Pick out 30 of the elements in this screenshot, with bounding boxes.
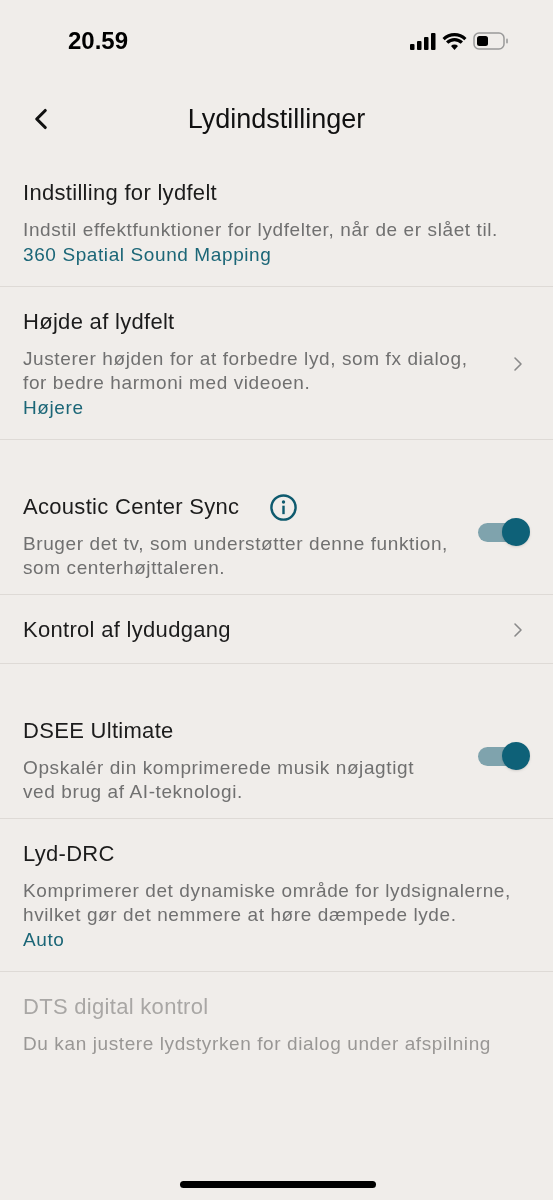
setting-title: Højde af lydfelt [23, 308, 175, 336]
setting-title: Kontrol af lydudgang [23, 616, 231, 644]
battery-icon [473, 32, 509, 50]
toggle-switch[interactable] [478, 742, 530, 770]
info-icon[interactable] [269, 492, 299, 522]
signal-icon [410, 32, 436, 50]
setting-title: Indstilling for lydfelt [23, 179, 217, 207]
toggle-switch[interactable] [478, 518, 530, 546]
setting-description: Komprimerer det dynamiske område for lydsignalerne, hvilket gør det nemmere at høre dæmpede lyde. [23, 879, 512, 927]
status-time: 20.59 [68, 26, 129, 56]
setting-row[interactable]: DSEE Ultimate Opskalér din komprimerede musik nøjagtigt ved brug af AI-teknologi. [0, 664, 553, 819]
setting-description: Opskalér din komprimerede musik nøjagtigt ved brug af AI-teknologi. [23, 756, 416, 804]
setting-row[interactable]: Indstilling for lydfelt Indstil effektfunktioner for lydfelter, når de er slået til. 360 Spatial Sound Mapping [0, 158, 553, 287]
page-title: Lydindstillinger [187, 102, 366, 136]
setting-value: 360 Spatial Sound Mapping [23, 243, 273, 267]
setting-title: DTS digital kontrol [23, 993, 209, 1021]
setting-description: Indstil effektfunktioner for lydfelter, når de er slået til. [23, 218, 499, 242]
setting-description: Justerer højden for at forbedre lyd, som fx dialog, for bedre harmoni med videoen. [23, 347, 469, 395]
setting-row[interactable]: Acoustic Center Sync Bruger det tv, som understøtter denne funktion, som centerhøjttaleren. [0, 440, 553, 595]
setting-description: Bruger det tv, som understøtter denne funktion, som centerhøjttaleren. [23, 532, 449, 580]
setting-value: Auto [23, 928, 66, 952]
setting-title: DSEE Ultimate [23, 717, 174, 745]
setting-row[interactable]: Lyd-DRC Komprimerer det dynamiske område for lydsignalerne, hvilket gør det nemmere at høre dæmpede lyde. Auto [0, 819, 553, 972]
setting-description: Du kan justere lydstyrken for dialog under afspilning [23, 1032, 492, 1056]
setting-title: Lyd-DRC [23, 840, 115, 868]
setting-row[interactable]: Højde af lydfelt Justerer højden for at forbedre lyd, som fx dialog, for bedre harmoni med videoen. Højere [0, 287, 553, 440]
setting-row[interactable]: Kontrol af lydudgang [0, 595, 553, 664]
setting-value: Højere [23, 396, 85, 420]
setting-title: Acoustic Center Sync [23, 493, 240, 521]
wifi-icon [442, 32, 467, 50]
